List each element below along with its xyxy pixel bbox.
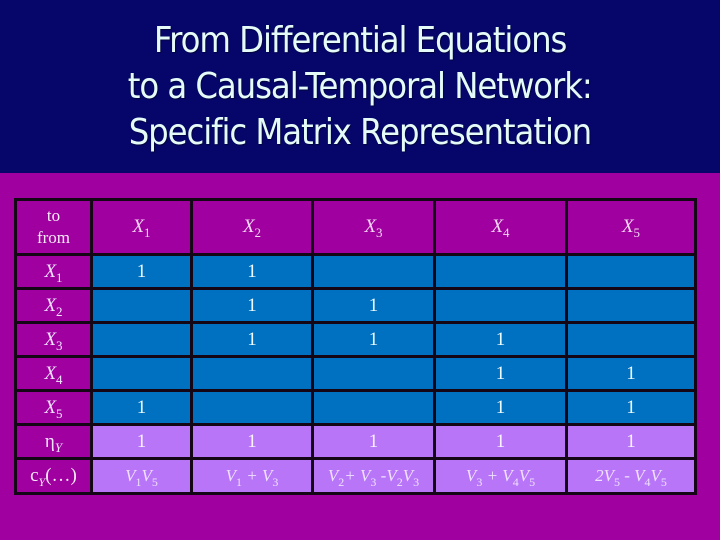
matrix-row: X3 1 1 1 [14, 321, 697, 358]
matrix-row: X2 1 1 [14, 287, 697, 324]
matrix-cell [90, 287, 193, 324]
eta-cell: 1 [565, 423, 697, 460]
matrix-cell: 1 [311, 287, 436, 324]
row-header: X5 [14, 389, 93, 426]
title-band: From Differential Equations to a Causal-… [0, 0, 720, 173]
eta-row: ηY 1 1 1 1 1 [14, 423, 697, 460]
matrix-cell: 1 [90, 253, 193, 290]
title-line-2: to a Causal-Temporal Network: [128, 65, 593, 107]
eta-cell: 1 [311, 423, 436, 460]
matrix-cell: 1 [190, 253, 314, 290]
matrix-cell [565, 253, 697, 290]
formula-cell: V1V5 [90, 457, 193, 495]
matrix-cell: 1 [311, 321, 436, 358]
matrix-cell: 1 [90, 389, 193, 426]
matrix-cell [311, 355, 436, 392]
column-header: X3 [311, 198, 436, 256]
corner-cell: to from [14, 198, 93, 256]
matrix-cell [90, 321, 193, 358]
matrix-cell [90, 355, 193, 392]
column-header: X2 [190, 198, 314, 256]
matrix-row: X4 1 1 [14, 355, 697, 392]
column-header: X1 [90, 198, 193, 256]
matrix-row: X5 1 1 1 [14, 389, 697, 426]
adjacency-matrix-table: to from X1 X2 X3 X4 X5 X1 1 1 X2 1 1 X3 1 1 1 X4 1 1… [14, 198, 697, 495]
row-header-eta: ηY [14, 423, 93, 460]
matrix-cell: 1 [190, 321, 314, 358]
title-line-3: Specific Matrix Representation [128, 111, 592, 153]
matrix-cell: 1 [190, 287, 314, 324]
matrix-cell [190, 389, 314, 426]
row-header-c: cY(…) [14, 457, 93, 495]
eta-cell: 1 [90, 423, 193, 460]
matrix-cell: 1 [433, 389, 568, 426]
matrix-cell [433, 253, 568, 290]
title-line-1: From Differential Equations [153, 19, 568, 61]
matrix-cell [433, 287, 568, 324]
corner-to-label: to [46, 206, 61, 225]
column-header: X5 [565, 198, 697, 256]
formula-cell: V3 + V4V5 [433, 457, 568, 495]
header-row: to from X1 X2 X3 X4 X5 [14, 198, 697, 256]
matrix-cell [565, 287, 697, 324]
column-header: X4 [433, 198, 568, 256]
combination-function-row: cY(…) V1V5 V1 + V3 V2+ V3 -V2V3 V3 + V4V… [14, 457, 697, 495]
corner-from-label: from [36, 228, 71, 247]
matrix-cell: 1 [433, 355, 568, 392]
row-header: X3 [14, 321, 93, 358]
formula-cell: 2V5 - V4V5 [565, 457, 697, 495]
row-header: X2 [14, 287, 93, 324]
matrix-cell [190, 355, 314, 392]
matrix-row: X1 1 1 [14, 253, 697, 290]
matrix-cell: 1 [565, 355, 697, 392]
row-header: X4 [14, 355, 93, 392]
eta-cell: 1 [433, 423, 568, 460]
matrix-cell [311, 253, 436, 290]
matrix-cell [311, 389, 436, 426]
matrix-cell: 1 [565, 389, 697, 426]
formula-cell: V1 + V3 [190, 457, 314, 495]
eta-cell: 1 [190, 423, 314, 460]
formula-cell: V2+ V3 -V2V3 [311, 457, 436, 495]
row-header: X1 [14, 253, 93, 290]
matrix-cell [565, 321, 697, 358]
matrix-cell: 1 [433, 321, 568, 358]
